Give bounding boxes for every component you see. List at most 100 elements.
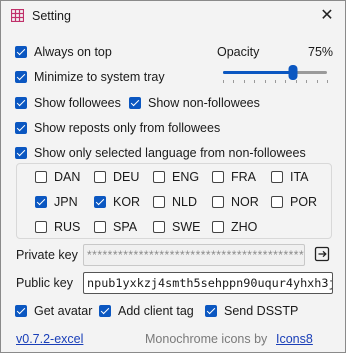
language-checkbox-dan[interactable] — [35, 171, 47, 183]
always-on-top-option[interactable]: Always on top — [15, 45, 112, 59]
minimize-to-tray-option[interactable]: Minimize to system tray — [15, 70, 165, 84]
language-label-swe: SWE — [172, 220, 201, 234]
language-option-swe[interactable]: SWE — [153, 220, 200, 234]
language-checkbox-rus[interactable] — [35, 221, 47, 233]
get-avatar-label: Get avatar — [34, 304, 93, 318]
window-title: Setting — [32, 9, 71, 23]
slider-tick — [233, 80, 235, 83]
add-client-tag-option[interactable]: Add client tag — [99, 304, 194, 318]
language-label-eng: ENG — [172, 170, 200, 184]
slider-tick — [254, 80, 256, 83]
language-label-zho: ZHO — [231, 220, 258, 234]
show-followees-option[interactable]: Show followees — [15, 96, 121, 110]
language-option-deu[interactable]: DEU — [94, 170, 139, 184]
show-followees-label: Show followees — [34, 96, 121, 110]
language-option-nld[interactable]: NLD — [153, 195, 197, 209]
always-on-top-label: Always on top — [34, 45, 112, 59]
private-key-field[interactable]: ****************************************… — [83, 244, 305, 266]
slider-tick — [285, 80, 287, 83]
language-checkbox-por[interactable] — [271, 196, 283, 208]
add-client-tag-checkbox[interactable] — [99, 305, 111, 317]
login-icon — [314, 246, 330, 265]
slider-tick — [306, 80, 308, 83]
minimize-to-tray-label: Minimize to system tray — [34, 70, 165, 84]
show-non-followees-checkbox[interactable] — [129, 97, 141, 109]
private-key-label: Private key — [16, 248, 78, 262]
send-dsstp-option[interactable]: Send DSSTP — [205, 304, 298, 318]
slider-tick — [243, 80, 245, 83]
language-label-nor: NOR — [231, 195, 259, 209]
language-option-ita[interactable]: ITA — [271, 170, 309, 184]
language-checkbox-ita[interactable] — [271, 171, 283, 183]
language-option-eng[interactable]: ENG — [153, 170, 199, 184]
language-checkbox-zho[interactable] — [212, 221, 224, 233]
language-option-por[interactable]: POR — [271, 195, 317, 209]
slider-tick — [264, 80, 266, 83]
show-non-followees-label: Show non-followees — [148, 96, 260, 110]
selected-language-option[interactable]: Show only selected language from non-fol… — [15, 146, 306, 160]
language-label-ita: ITA — [290, 170, 309, 184]
language-option-jpn[interactable]: JPN — [35, 195, 78, 209]
language-checkbox-swe[interactable] — [153, 221, 165, 233]
language-option-dan[interactable]: DAN — [35, 170, 80, 184]
slider-fill — [223, 71, 293, 74]
slider-tick — [295, 80, 297, 83]
language-label-fra: FRA — [231, 170, 256, 184]
slider-tick — [316, 80, 318, 83]
slider-tick — [275, 80, 276, 83]
language-label-jpn: JPN — [54, 195, 78, 209]
language-label-por: POR — [290, 195, 318, 209]
show-non-followees-option[interactable]: Show non-followees — [129, 96, 260, 110]
get-avatar-option[interactable]: Get avatar — [15, 304, 92, 318]
send-dsstp-label: Send DSSTP — [224, 304, 299, 318]
language-checkbox-spa[interactable] — [94, 221, 106, 233]
version-link[interactable]: v0.7.2-excel — [16, 332, 83, 346]
language-label-dan: DAN — [54, 170, 81, 184]
send-dsstp-checkbox[interactable] — [205, 305, 217, 317]
language-checkbox-nld[interactable] — [153, 196, 165, 208]
slider-tick — [223, 80, 224, 83]
language-option-kor[interactable]: KOR — [94, 195, 140, 209]
title-bar: Setting ✕ — [1, 1, 345, 31]
slider-track[interactable] — [223, 71, 327, 74]
close-icon: ✕ — [320, 7, 334, 24]
opacity-label: Opacity — [217, 45, 260, 59]
language-label-spa: SPA — [113, 220, 138, 234]
language-option-nor[interactable]: NOR — [212, 195, 259, 209]
language-option-zho[interactable]: ZHO — [212, 220, 257, 234]
add-client-tag-label: Add client tag — [118, 304, 194, 318]
language-option-spa[interactable]: SPA — [94, 220, 137, 234]
public-key-value: npub1yxkzj4smth5sehppn90uqur4yhxh3j999kr… — [87, 276, 333, 290]
settings-window: Setting ✕ Always on top Opacity 75% Mini… — [0, 0, 346, 353]
icons8-link[interactable]: Icons8 — [276, 332, 313, 346]
show-followees-checkbox[interactable] — [15, 97, 27, 109]
public-key-field[interactable]: npub1yxkzj4smth5sehppn90uqur4yhxh3j999kr… — [83, 272, 333, 294]
language-checkbox-jpn[interactable] — [35, 196, 47, 208]
language-label-deu: DEU — [113, 170, 140, 184]
selected-language-label: Show only selected language from non-fol… — [34, 146, 306, 160]
reposts-only-followees-option[interactable]: Show reposts only from followees — [15, 121, 220, 135]
reposts-only-followees-label: Show reposts only from followees — [34, 121, 221, 135]
always-on-top-checkbox[interactable] — [15, 46, 27, 58]
language-checkbox-deu[interactable] — [94, 171, 106, 183]
minimize-to-tray-checkbox[interactable] — [15, 71, 27, 83]
private-key-value: ****************************************… — [87, 248, 305, 262]
public-key-label: Public key — [16, 276, 73, 290]
get-avatar-checkbox[interactable] — [15, 305, 27, 317]
language-checkbox-eng[interactable] — [153, 171, 165, 183]
language-label-nld: NLD — [172, 195, 198, 209]
language-checkbox-kor[interactable] — [94, 196, 106, 208]
language-checkbox-nor[interactable] — [212, 196, 224, 208]
language-option-fra[interactable]: FRA — [212, 170, 256, 184]
language-label-kor: KOR — [113, 195, 141, 209]
close-button[interactable]: ✕ — [313, 2, 341, 28]
selected-language-checkbox[interactable] — [15, 147, 27, 159]
language-label-rus: RUS — [54, 220, 81, 234]
language-checkbox-fra[interactable] — [212, 171, 224, 183]
grid-app-icon — [10, 8, 25, 23]
reposts-only-followees-checkbox[interactable] — [15, 122, 27, 134]
slider-thumb[interactable] — [288, 65, 298, 80]
login-button[interactable] — [312, 245, 332, 265]
opacity-value: 75% — [308, 45, 334, 59]
language-option-rus[interactable]: RUS — [35, 220, 80, 234]
